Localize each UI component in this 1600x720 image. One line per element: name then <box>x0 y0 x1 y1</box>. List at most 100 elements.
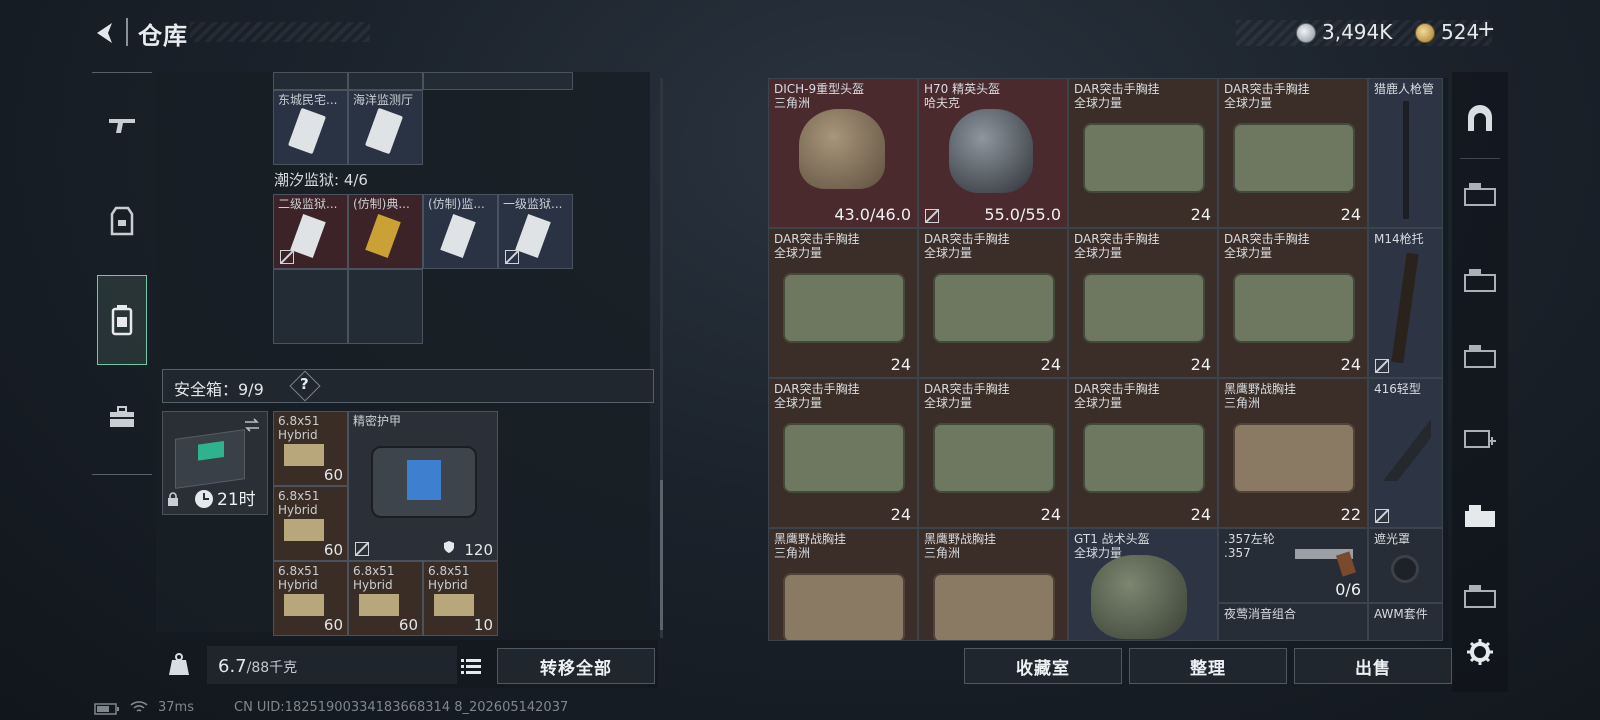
chest-rig-item[interactable]: DAR突击手胸挂 全球力量 24 <box>918 378 1068 528</box>
gear-crate-icon <box>1464 269 1496 292</box>
shield-icon <box>444 541 454 553</box>
chest-rig-icon <box>1233 273 1355 343</box>
nav-weapons[interactable] <box>97 100 147 150</box>
prison-label: 潮汐监狱: 4/6 <box>274 171 368 189</box>
stock-item[interactable]: 416轻型 <box>1368 378 1443 528</box>
armor-icon <box>371 446 477 518</box>
battery-icon <box>94 703 119 715</box>
armor-item[interactable]: 精密护甲 120 <box>348 411 498 561</box>
item-slot[interactable] <box>273 72 348 90</box>
chest-rig-icon <box>1233 123 1355 193</box>
chest-rig-item[interactable]: DAR突击手胸挂 全球力量 24 <box>1218 78 1368 228</box>
filter-gear-2[interactable] <box>1458 258 1502 302</box>
filter-gear-3[interactable] <box>1458 334 1502 378</box>
nav-briefcase[interactable] <box>97 392 147 442</box>
gold-coin-icon <box>1415 23 1435 43</box>
ammo-item[interactable]: 6.8x51 Hybrid 10 <box>423 561 498 636</box>
chest-rig-item[interactable]: 黑鹰野战胸挂 三角洲 <box>768 528 918 641</box>
item-slot[interactable] <box>423 72 573 90</box>
no-transfer-icon <box>925 209 939 223</box>
backpack-icon <box>111 305 133 336</box>
filter-gear-4[interactable] <box>1458 414 1502 458</box>
keycard-icon <box>290 214 326 258</box>
lens-hood-icon <box>1391 555 1419 583</box>
nav-divider <box>92 72 152 73</box>
suppressor-combo-item[interactable]: 夜莺消音组合 <box>1218 603 1368 641</box>
keycard-item[interactable]: 二级监狱... <box>273 194 348 269</box>
gear-crate-icon <box>1464 345 1496 368</box>
settings-button[interactable] <box>1458 630 1502 674</box>
keycard-icon <box>440 214 476 258</box>
storage-grid: DICH-9重型头盔 三角洲 43.0/46.0 H70 精英头盔 哈夫克 55… <box>768 78 1448 641</box>
collection-room-button[interactable]: 收藏室 <box>964 648 1122 684</box>
revolver-item[interactable]: .357左轮 .357 0/6 <box>1218 528 1368 603</box>
barrel-icon <box>1403 101 1409 219</box>
filter-gear-1[interactable] <box>1458 172 1502 216</box>
keycard-item[interactable]: 东城民宅... <box>273 90 348 165</box>
item-slot[interactable] <box>348 72 423 90</box>
barrel-item[interactable]: 猎鹿人枪管 <box>1368 78 1443 228</box>
scrollbar-thumb[interactable] <box>660 480 663 630</box>
ammo-item[interactable]: 6.8x51 Hybrid 60 <box>273 561 348 636</box>
transfer-all-button[interactable]: 转移全部 <box>497 648 655 684</box>
swap-icon[interactable] <box>243 418 261 432</box>
weight-icon <box>169 653 189 675</box>
ammo-item[interactable]: 6.8x51 Hybrid 60 <box>273 411 348 486</box>
keycard-item[interactable]: 海洋监测厅 <box>348 90 423 165</box>
chest-rig-item[interactable]: DAR突击手胸挂 全球力量 24 <box>768 228 918 378</box>
gear-plus-icon <box>1464 430 1496 448</box>
chest-rig-item[interactable]: DAR突击手胸挂 全球力量 24 <box>918 228 1068 378</box>
gold-keycard-icon <box>365 214 401 258</box>
chest-rig-item[interactable]: DAR突击手胸挂 全球力量 24 <box>768 378 918 528</box>
filter-all[interactable] <box>1458 96 1502 140</box>
chest-rig-item[interactable]: DAR突击手胸挂 全球力量 24 <box>1068 228 1218 378</box>
ammo-item[interactable]: 6.8x51 Hybrid 60 <box>273 486 348 561</box>
gear-crate-icon <box>1464 183 1496 206</box>
keycard-item[interactable]: 一级监狱... <box>498 194 573 269</box>
awm-kit-item[interactable]: AWM套件 <box>1368 603 1443 641</box>
chest-rig-icon <box>1083 423 1205 493</box>
back-arrow-icon[interactable] <box>92 20 118 46</box>
keycard-icon <box>287 107 327 155</box>
max-weight: /88千克 <box>246 660 298 676</box>
nav-storage[interactable] <box>97 275 147 365</box>
chest-rig-icon <box>783 273 905 343</box>
stock-item[interactable]: M14枪托 <box>1368 228 1443 378</box>
helmet-item[interactable]: H70 精英头盔 哈夫克 55.0/55.0 <box>918 78 1068 228</box>
ammo-item[interactable]: 6.8x51 Hybrid 60 <box>348 561 423 636</box>
safebox-label: 安全箱：9/9 <box>174 380 264 399</box>
no-transfer-icon <box>505 250 519 264</box>
gear-icon <box>1467 639 1493 665</box>
helmet-item[interactable]: GT1 战术头盔 全球力量 <box>1068 528 1218 641</box>
chest-rig-icon <box>783 423 905 493</box>
helmet-item[interactable]: DICH-9重型头盔 三角洲 43.0/46.0 <box>768 78 918 228</box>
vest-icon <box>110 206 134 236</box>
lens-hood-item[interactable]: 遮光罩 <box>1368 528 1443 603</box>
filter-gear-5[interactable] <box>1458 494 1502 538</box>
chest-rig-item[interactable]: DAR突击手胸挂 全球力量 24 <box>1218 228 1368 378</box>
chest-rig-item[interactable]: 黑鹰野战胸挂 三角洲 22 <box>1218 378 1368 528</box>
briefcase-icon <box>110 406 134 427</box>
helmet-icon <box>799 109 885 189</box>
empty-slot[interactable] <box>273 269 348 344</box>
stock-icon <box>1391 252 1419 364</box>
safebox-case[interactable]: 21时 <box>162 411 268 515</box>
chest-rig-item[interactable]: DAR突击手胸挂 全球力量 24 <box>1068 378 1218 528</box>
filter-gear-6[interactable] <box>1458 574 1502 618</box>
ammo-box-icon <box>359 594 399 616</box>
keycard-item[interactable]: (仿制)典... <box>348 194 423 269</box>
add-currency-button[interactable]: + <box>1477 17 1495 42</box>
list-icon[interactable] <box>461 657 481 675</box>
chest-rig-item[interactable]: DAR突击手胸挂 全球力量 24 <box>1068 78 1218 228</box>
nav-gear[interactable] <box>97 196 147 246</box>
sell-button[interactable]: 出售 <box>1294 648 1452 684</box>
chest-rig-item[interactable]: 黑鹰野战胸挂 三角洲 <box>918 528 1068 641</box>
chest-rig-icon <box>783 573 905 640</box>
empty-slot[interactable] <box>348 269 423 344</box>
sort-button[interactable]: 整理 <box>1129 648 1287 684</box>
keycard-item[interactable]: (仿制)监... <box>423 194 498 269</box>
ping-text: 37ms <box>158 700 194 715</box>
ammo-box-icon <box>284 519 324 541</box>
weight-value: 6.7/88千克 <box>218 656 297 677</box>
clock-icon <box>195 490 213 508</box>
